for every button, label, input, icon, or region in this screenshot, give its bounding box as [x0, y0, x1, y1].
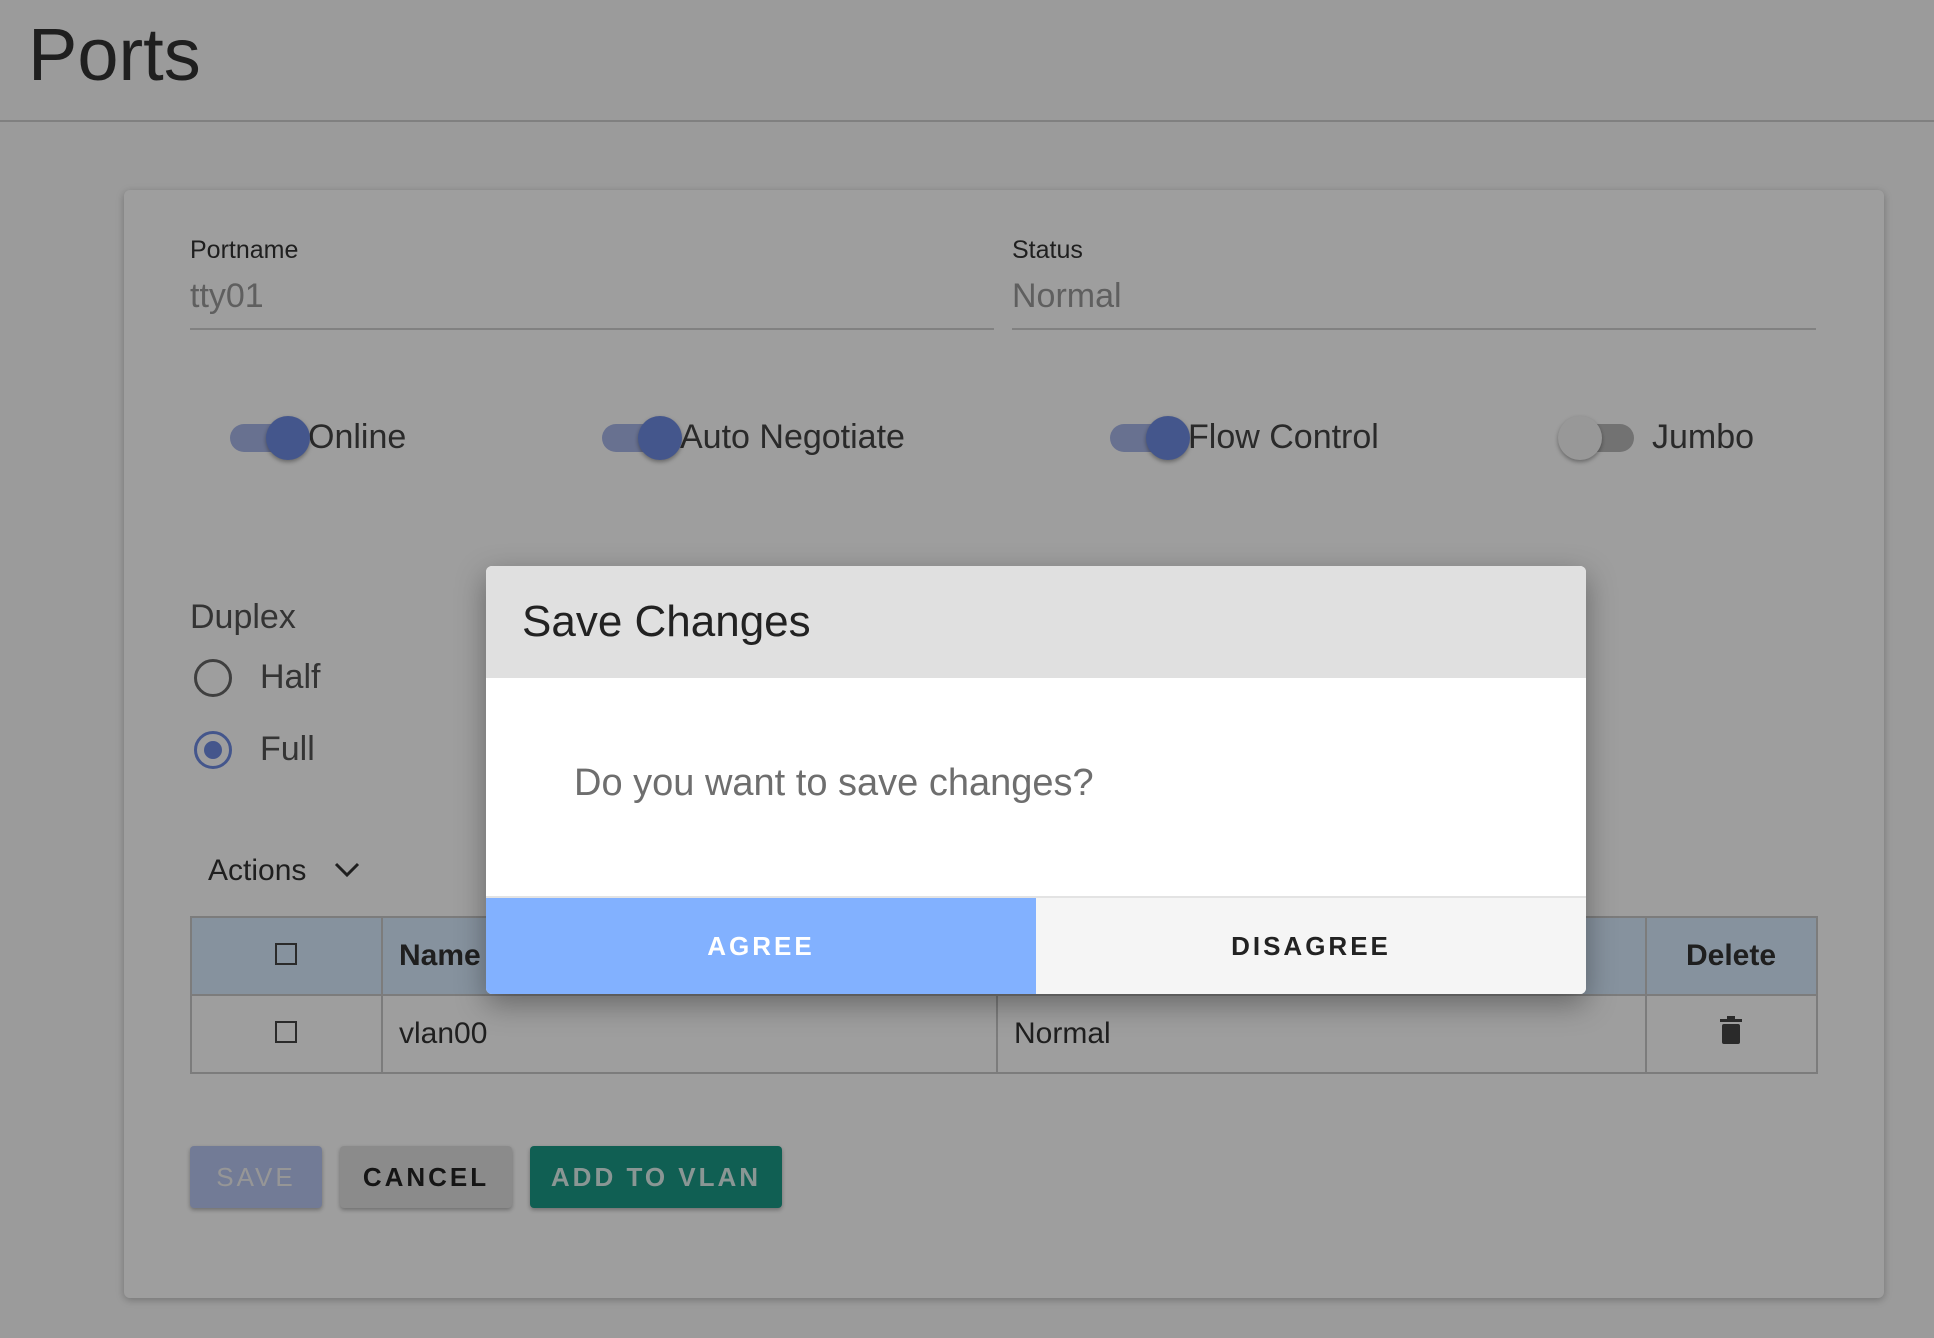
agree-button[interactable]: AGREE	[486, 898, 1036, 994]
disagree-button[interactable]: DISAGREE	[1036, 898, 1586, 994]
dialog-actions: AGREE DISAGREE	[486, 898, 1586, 994]
save-changes-dialog: Save Changes Do you want to save changes…	[486, 566, 1586, 994]
dialog-body: Do you want to save changes?	[486, 678, 1586, 898]
dialog-title: Save Changes	[522, 597, 811, 646]
dialog-header: Save Changes	[486, 566, 1586, 678]
dialog-message: Do you want to save changes?	[574, 762, 1094, 804]
